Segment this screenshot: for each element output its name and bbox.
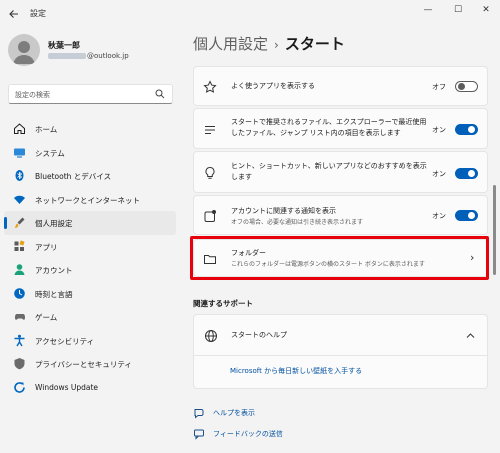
help-icon <box>193 407 205 419</box>
sidebar-item-accessibility[interactable]: アクセシビリティ <box>4 329 176 353</box>
setting-label: スタートで推奨されるファイル、エクスプローラーで最近使用したファイル、ジャンプ … <box>231 118 427 137</box>
search-icon[interactable] <box>155 89 165 99</box>
search-box[interactable] <box>8 84 173 104</box>
setting-label: アカウントに関連する通知を表示 オフの場合、必要な通知は引き続き表示されます <box>231 206 363 228</box>
setting-label: よく使うアプリを表示する <box>231 82 315 90</box>
wallpaper-link[interactable]: Microsoft から毎日新しい壁紙を入手する <box>230 366 362 376</box>
toggle-state-label: オン <box>432 126 446 134</box>
sidebar-item-accounts[interactable]: アカウント <box>4 258 176 282</box>
setting-row-account-notifications[interactable]: アカウントに関連する通知を表示 オフの場合、必要な通知は引き続き表示されます オ… <box>193 195 488 235</box>
sidebar-item-gaming[interactable]: ゲーム <box>4 305 176 329</box>
email-redaction <box>48 53 86 59</box>
start-help-title: スタートのヘルプ <box>231 331 287 339</box>
sidebar-item-privacy[interactable]: プライバシーとセキュリティ <box>4 352 176 376</box>
breadcrumb-separator: › <box>274 38 279 52</box>
sidebar-item-network[interactable]: ネットワークとインターネット <box>4 188 176 212</box>
setting-label: ヒント、ショートカット、新しいアプリなどのおすすめを表示します <box>231 162 427 181</box>
sidebar-item-windows-update[interactable]: Windows Update <box>4 376 176 400</box>
list-icon <box>203 123 217 137</box>
recent-apps-toggle[interactable] <box>455 81 478 92</box>
start-help-expander[interactable]: スタートのヘルプ <box>193 314 488 356</box>
user-email-suffix: @outlook.jp <box>87 52 129 60</box>
toggle-knob <box>468 212 475 219</box>
title-bar: 設定 — ☐ ✕ <box>0 0 500 28</box>
recommended-files-toggle[interactable] <box>455 124 478 135</box>
gamepad-icon <box>13 310 26 323</box>
back-arrow-icon <box>9 10 18 18</box>
setting-description: オフの場合、必要な通知は引き続き表示されます <box>231 219 364 226</box>
user-silhouette-icon <box>13 41 35 64</box>
toggle-knob <box>458 83 465 90</box>
start-help-content: Microsoft から毎日新しい壁紙を入手する <box>193 356 488 389</box>
account-notifications-toggle[interactable] <box>455 210 478 221</box>
maximize-button[interactable]: ☐ <box>444 2 472 18</box>
app-title: 設定 <box>30 9 46 18</box>
star-icon <box>203 80 217 94</box>
bluetooth-icon <box>13 169 26 182</box>
toggle-state-label: オン <box>432 170 446 178</box>
home-icon <box>13 122 26 135</box>
account-icon <box>13 263 26 276</box>
back-button[interactable] <box>6 6 22 22</box>
toggle-knob <box>468 126 475 133</box>
close-button[interactable]: ✕ <box>472 2 500 18</box>
account-notification-icon <box>203 209 217 223</box>
avatar[interactable] <box>8 34 40 66</box>
toggle-knob <box>468 170 475 177</box>
globe-icon <box>204 329 218 343</box>
wifi-icon <box>13 193 26 206</box>
related-support-heading: 関連するサポート <box>193 299 253 308</box>
sidebar-item-time-language[interactable]: 時刻と言語 <box>4 282 176 306</box>
brush-icon <box>13 216 26 229</box>
sidebar-item-bluetooth[interactable]: Bluetooth とデバイス <box>4 164 176 188</box>
toggle-state-label: オフ <box>432 83 446 91</box>
user-name: 秋葉一郎 <box>48 41 80 50</box>
sidebar-item-apps[interactable]: アプリ <box>4 235 176 259</box>
tips-toggle[interactable] <box>455 168 478 179</box>
sidebar-nav: ホーム システム Bluetooth とデバイス ネットワークとインターネット … <box>4 117 176 399</box>
setting-row-recommended-files[interactable]: スタートで推奨されるファイル、エクスプローラーで最近使用したファイル、ジャンプ … <box>193 108 488 149</box>
breadcrumb: 個人用設定 › スタート <box>193 33 345 54</box>
search-input[interactable] <box>15 89 155 101</box>
breadcrumb-parent[interactable]: 個人用設定 <box>193 35 268 53</box>
scrollbar-thumb[interactable] <box>493 185 496 275</box>
user-email: @outlook.jp <box>48 52 129 60</box>
toggle-state-label: オン <box>432 212 446 220</box>
page-title: スタート <box>284 35 345 53</box>
accessibility-icon <box>13 334 26 347</box>
clock-globe-icon <box>13 287 26 300</box>
setting-row-recent-apps[interactable]: よく使うアプリを表示する オフ <box>193 66 488 106</box>
sidebar-item-personalization[interactable]: 個人用設定 <box>4 211 176 235</box>
setting-title: アカウントに関連する通知を表示 <box>231 207 336 215</box>
setting-row-tips[interactable]: ヒント、ショートカット、新しいアプリなどのおすすめを表示します オン <box>193 151 488 193</box>
system-icon <box>13 146 26 159</box>
feedback-icon <box>193 428 205 440</box>
sidebar-item-home[interactable]: ホーム <box>4 117 176 141</box>
minimize-button[interactable]: — <box>414 2 442 18</box>
update-icon <box>13 381 26 394</box>
lightbulb-icon <box>203 166 217 180</box>
sidebar-item-system[interactable]: システム <box>4 141 176 165</box>
chevron-up-icon[interactable] <box>466 332 475 339</box>
highlight-box <box>190 236 489 280</box>
shield-icon <box>13 357 26 370</box>
apps-icon <box>13 239 26 253</box>
